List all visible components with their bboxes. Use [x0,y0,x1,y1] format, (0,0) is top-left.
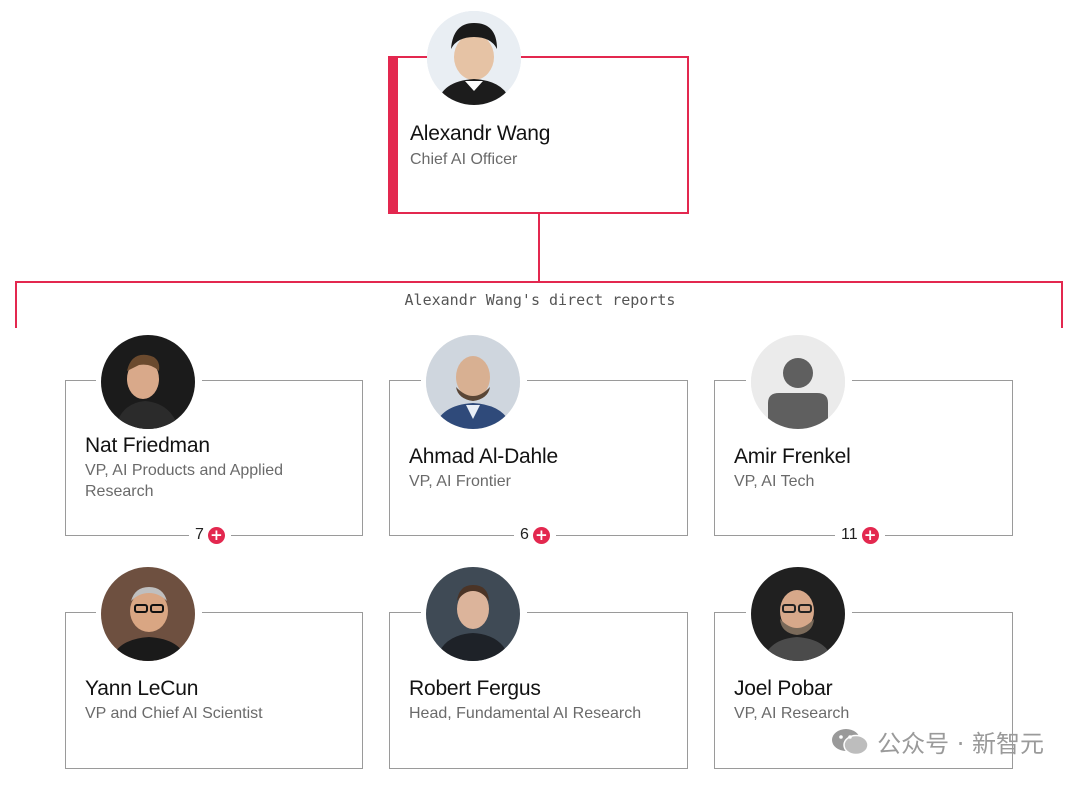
report-name: Yann LeCun [85,677,199,700]
avatar-ahmad-al-dahle [426,335,520,429]
connector-horizontal [15,281,1063,283]
report-title: VP, AI Products and Applied Research [85,462,284,500]
avatar-alexandr-wang [427,11,521,105]
reports-count: 7 [195,526,204,543]
report-title: VP, AI Frontier [409,473,511,490]
top-card-title: Chief AI Officer [410,151,518,168]
connector-vertical [538,213,540,281]
avatar-yann-lecun [101,567,195,661]
avatar-nat-friedman [101,335,195,429]
report-title: VP, AI Research [734,705,850,722]
report-name: Amir Frenkel [734,445,851,468]
plus-icon: + [532,526,550,544]
user-silhouette-icon [751,335,845,429]
expand-reports-button[interactable]: 7 + [189,524,231,546]
avatar-placeholder-icon [751,335,845,429]
report-name: Robert Fergus [409,677,541,700]
wechat-icon [832,728,869,755]
expand-reports-button[interactable]: 6 + [514,524,556,546]
top-card-name: Alexandr Wang [410,122,551,145]
reports-count: 6 [520,526,529,543]
reports-count: 11 [841,526,858,543]
person-photo-icon [427,11,521,105]
report-title: VP, AI Tech [734,473,815,490]
plus-icon: + [861,526,879,544]
avatar-joel-pobar [751,567,845,661]
expand-reports-button[interactable]: 11 + [835,524,885,546]
watermark: 公众号 · 新智元 [831,724,1044,759]
person-photo-icon [101,335,195,429]
report-title: VP and Chief AI Scientist [85,705,263,722]
plus-icon: + [207,526,225,544]
person-photo-icon [426,335,520,429]
report-name: Nat Friedman [85,434,210,457]
person-photo-icon [751,567,845,661]
report-name: Joel Pobar [734,677,833,700]
person-photo-icon [426,567,520,661]
watermark-text: 公众号 · 新智元 [877,730,1044,758]
report-title: Head, Fundamental AI Research [409,705,642,722]
section-label: Alexandr Wang's direct reports [404,291,676,309]
avatar-robert-fergus [426,567,520,661]
person-photo-icon [101,567,195,661]
report-name: Ahmad Al-Dahle [409,445,558,468]
